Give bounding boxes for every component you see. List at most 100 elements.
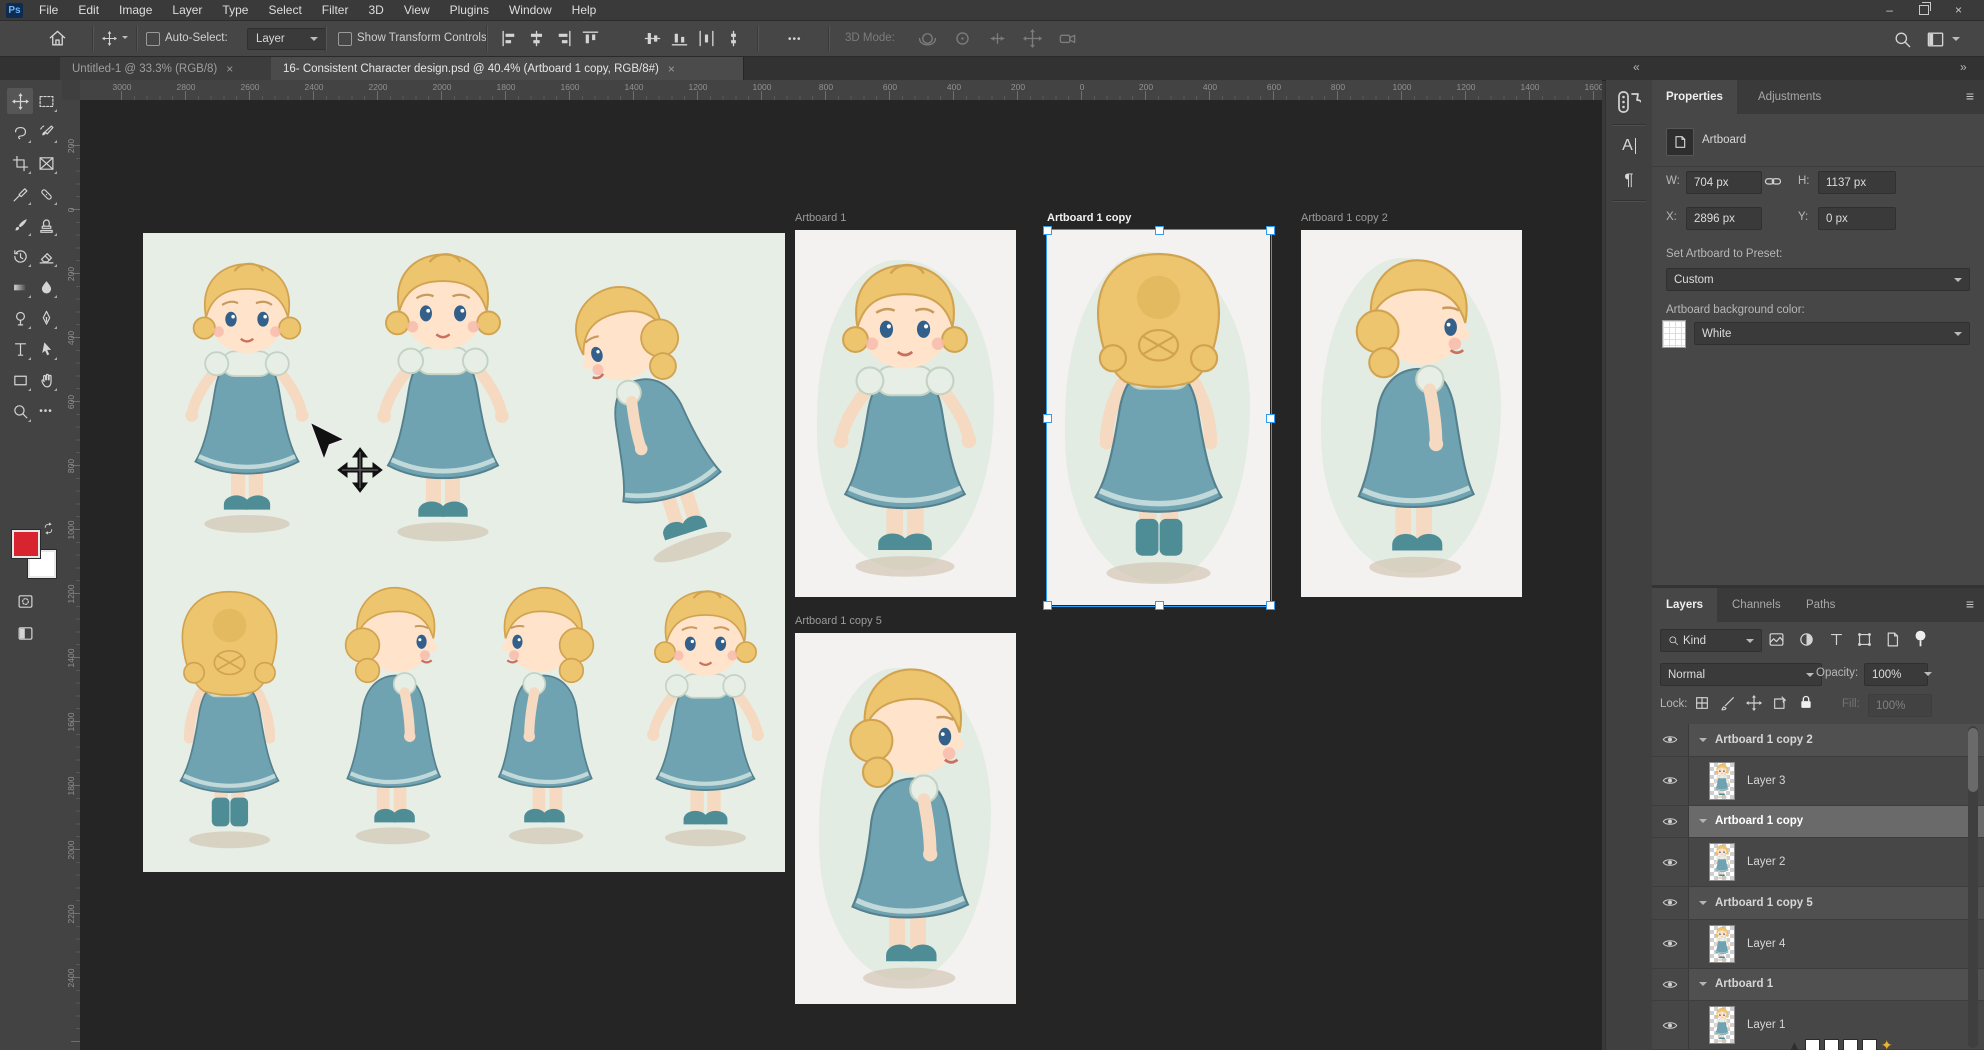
pen-tool[interactable] [33,305,59,331]
menu-plugins[interactable]: Plugins [440,0,499,20]
align-right-edges-icon[interactable] [554,29,573,48]
filter-shape-layers-icon[interactable] [1856,631,1873,653]
align-bottom-edges-icon[interactable] [670,29,689,48]
collapse-dock-icon[interactable]: « [1633,60,1638,74]
gradient-tool[interactable] [7,274,33,300]
artboard-1-copy[interactable] [1047,230,1270,605]
artboard-1-copy-5[interactable] [795,633,1016,1004]
menu-3d[interactable]: 3D [358,0,393,20]
document-tab-active[interactable]: 16- Consistent Character design.psd @ 40… [271,57,744,80]
link-dimensions-icon[interactable] [1764,172,1782,195]
lock-all-icon[interactable] [1798,694,1814,716]
path-selection-tool[interactable] [33,336,59,362]
visibility-toggle[interactable] [1652,1001,1689,1049]
height-field[interactable]: 1137 px [1818,171,1896,194]
tab-close-icon[interactable]: × [668,62,675,76]
layer-row[interactable]: Layer 3 [1652,757,1984,806]
visibility-toggle[interactable] [1652,724,1689,756]
filtering-toggle-icon[interactable] [1912,629,1929,653]
tab-adjustments[interactable]: Adjustments [1744,80,1835,114]
layer-thumbnail[interactable] [1709,1006,1735,1044]
menu-view[interactable]: View [394,0,440,20]
move-tool[interactable] [7,88,33,114]
hand-tool[interactable] [33,367,59,393]
artboard-bg-swatch[interactable] [1662,320,1686,348]
layer-row-artboard[interactable]: Artboard 1 copy 5 [1652,887,1984,920]
blur-tool[interactable] [33,274,59,300]
dodge-tool[interactable] [7,305,33,331]
screen-mode-icon[interactable] [12,620,38,646]
reference-art-image[interactable] [143,233,785,872]
artboard-label[interactable]: Artboard 1 copy 2 [1301,212,1388,224]
width-field[interactable]: 704 px [1686,171,1762,194]
workspace-dropdown-icon[interactable] [1952,37,1960,41]
visibility-toggle[interactable] [1652,887,1689,919]
menu-edit[interactable]: Edit [68,0,109,20]
layer-thumbnail[interactable] [1709,925,1735,963]
menu-file[interactable]: File [29,0,68,20]
auto-select-checkbox[interactable] [146,32,160,46]
tab-close-icon[interactable]: × [226,62,233,76]
menu-help[interactable]: Help [562,0,607,20]
canvas-area[interactable]: Artboard 1 Artboard 1 copy Artboard 1 co… [80,100,1602,1050]
distribute-vertical-icon[interactable] [724,29,743,48]
align-horizontal-centers-icon[interactable] [527,29,546,48]
layer-row-artboard[interactable]: Artboard 1 copy 2 [1652,724,1984,757]
collapse-panels-icon[interactable]: » [1960,60,1965,74]
eyedropper-tool[interactable] [7,181,33,207]
artboard-label[interactable]: Artboard 1 [795,212,846,224]
lock-artboard-icon[interactable] [1772,695,1788,716]
layer-row[interactable]: Layer 2 [1652,838,1984,887]
history-brush-tool[interactable] [7,243,33,269]
crop-tool[interactable] [7,150,33,176]
chevron-down-icon[interactable] [1699,738,1707,742]
clone-stamp-tool[interactable] [33,212,59,238]
quick-selection-tool[interactable] [33,119,59,145]
current-tool-move-icon[interactable] [102,31,117,46]
document-tab-untitled[interactable]: Untitled-1 @ 33.3% (RGB/8)× [60,57,295,80]
tab-properties[interactable]: Properties [1652,80,1737,114]
artboard-label-selected[interactable]: Artboard 1 copy [1047,212,1131,224]
tab-layers[interactable]: Layers [1652,588,1717,622]
artboard-label[interactable]: Artboard 1 copy 5 [795,615,882,627]
chevron-down-icon[interactable] [1699,819,1707,823]
align-vertical-centers-icon[interactable] [643,29,662,48]
spot-healing-brush-tool[interactable] [33,181,59,207]
menu-window[interactable]: Window [499,0,562,20]
rectangle-tool[interactable] [7,367,33,393]
auto-select-target-dropdown[interactable]: Layer [247,28,327,50]
swap-colors-icon[interactable] [42,522,55,540]
layer-row-artboard[interactable]: Artboard 1 copy [1652,806,1984,839]
visibility-toggle[interactable] [1652,920,1689,968]
visibility-toggle[interactable] [1652,838,1689,886]
close-button[interactable]: × [1955,3,1962,17]
edit-toolbar-icon[interactable]: ••• [33,398,59,424]
align-left-edges-icon[interactable] [500,29,519,48]
lock-transparent-pixels-icon[interactable] [1694,695,1710,716]
artboard-1[interactable] [795,230,1016,597]
show-transform-controls-checkbox[interactable] [338,32,352,46]
chevron-down-icon[interactable] [1699,901,1707,905]
opacity-dropdown-icon[interactable] [1924,672,1932,676]
home-icon[interactable] [48,29,67,48]
lasso-tool[interactable] [7,119,33,145]
quick-mask-icon[interactable] [12,588,38,614]
filter-pixel-layers-icon[interactable] [1768,631,1785,653]
horizontal-ruler[interactable]: 3000280026002400220020001800160014001200… [80,80,1602,101]
type-tool[interactable] [7,336,33,362]
menu-image[interactable]: Image [109,0,162,20]
tab-channels[interactable]: Channels [1718,588,1795,622]
menu-select[interactable]: Select [258,0,311,20]
layer-row[interactable]: Layer 4 [1652,920,1984,969]
filter-type-layers-icon[interactable] [1828,631,1845,653]
character-panel-icon[interactable]: A [1614,132,1644,160]
blend-mode-dropdown[interactable]: Normal [1660,663,1822,686]
brush-tool[interactable] [7,212,33,238]
minimize-button[interactable]: – [1886,3,1893,17]
layer-thumbnail[interactable] [1709,762,1735,800]
restore-button[interactable] [1919,5,1929,15]
tool-preset-dropdown-icon[interactable] [122,36,128,39]
zoom-tool[interactable] [7,398,33,424]
layer-thumbnail[interactable] [1709,843,1735,881]
lock-image-pixels-icon[interactable] [1720,695,1736,716]
